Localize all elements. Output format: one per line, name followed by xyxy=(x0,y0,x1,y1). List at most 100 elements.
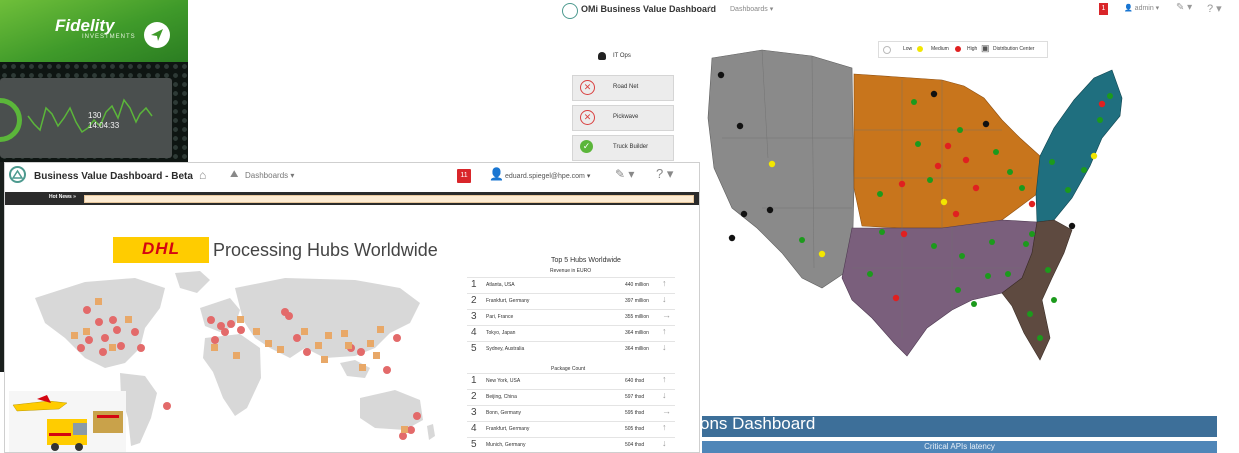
status-card-label: Pickwave xyxy=(613,114,639,120)
user-icon[interactable]: 👤 xyxy=(489,167,504,181)
error-icon: ✕ xyxy=(580,110,595,125)
help-menu[interactable]: ? ▾ xyxy=(1207,2,1222,15)
trend-down-icon: ↓ xyxy=(662,438,667,448)
app-logo-icon[interactable] xyxy=(9,166,26,183)
table-row[interactable]: 2 Beijing, China 597 thsd ↓ xyxy=(467,389,675,404)
omi-logo-icon[interactable] xyxy=(562,3,578,19)
wrench-icon[interactable]: ✎ ▾ xyxy=(1176,2,1192,13)
hub-value: 440 million xyxy=(625,282,649,288)
hub-value: 504 thsd xyxy=(625,442,645,448)
omi-user-menu[interactable]: 👤 admin ▾ xyxy=(1124,4,1159,12)
region-midwest xyxy=(853,73,1041,229)
hot-news-ticker[interactable] xyxy=(84,195,694,203)
trend-up-icon: ↑ xyxy=(662,422,667,432)
table-row[interactable]: 4 Frankfurt, Germany 505 thsd ↑ xyxy=(467,421,675,436)
rank: 4 xyxy=(471,423,477,434)
status-card-truck-builder[interactable]: ✓ Truck Builder xyxy=(572,135,674,161)
table-row[interactable]: 3 Bonn, Germany 595 thsd → xyxy=(467,405,675,420)
hub-name: Bonn, Germany xyxy=(486,410,522,416)
status-card-label: Road Net xyxy=(613,84,639,90)
wrench-icon[interactable]: ✎ ▾ xyxy=(615,167,634,181)
rank: 5 xyxy=(471,439,477,450)
omi-title: OMi Business Value Dashboard xyxy=(581,4,717,14)
region-northeast xyxy=(1035,69,1123,223)
rank: 2 xyxy=(471,295,477,306)
table-row[interactable]: 1 New York, USA 640 thsd ↑ xyxy=(467,373,675,388)
home-icon[interactable]: ⌂ xyxy=(199,168,206,182)
table-row[interactable]: 3 Pari, France 355 million → xyxy=(467,309,675,324)
hub-name: Frankfurt, Germany xyxy=(486,426,530,432)
fidelity-sparkline-panel xyxy=(0,78,172,158)
rank: 3 xyxy=(471,311,477,322)
rank: 1 xyxy=(471,375,477,386)
rank: 4 xyxy=(471,327,477,338)
table-row[interactable]: 4 Tokyo, Japan 364 million ↑ xyxy=(467,325,675,340)
region-west xyxy=(707,49,855,289)
package-subtitle: Package Count xyxy=(551,366,586,372)
table-row[interactable]: 5 Munich, Germany 504 thsd ↓ xyxy=(467,437,675,452)
sparkline-chart xyxy=(27,98,153,134)
hub-value: 640 thsd xyxy=(625,378,645,384)
hub-name: Tokyo, Japan xyxy=(486,330,516,336)
table-row[interactable]: 1 Atlanta, USA 440 million ↑ xyxy=(467,277,675,292)
status-card-road-net[interactable]: ✕ Road Net xyxy=(572,75,674,101)
revenue-subtitle: Revenue in EURO xyxy=(550,268,592,274)
rank: 1 xyxy=(471,279,477,290)
trend-up-icon: ↑ xyxy=(662,326,667,336)
region-south xyxy=(841,219,1038,357)
omi-user-name: admin ▾ xyxy=(1134,5,1160,12)
hub-value: 505 thsd xyxy=(625,426,645,432)
ops-dashboard-title: ons Dashboard xyxy=(700,414,816,433)
fidelity-logo: Fidelity xyxy=(55,16,115,35)
user-menu[interactable]: eduard.spiegel@hpe.com ▾ xyxy=(505,172,590,180)
status-group-label: IT Ops xyxy=(613,53,631,59)
omi-dashboards-menu[interactable]: Dashboards ▾ xyxy=(730,5,773,13)
status-card-pickwave[interactable]: ✕ Pickwave xyxy=(572,105,674,131)
hub-name: Sydney, Australia xyxy=(486,346,525,352)
error-icon: ✕ xyxy=(580,80,595,95)
home-icon[interactable]: ⌂ xyxy=(707,3,713,14)
rank: 2 xyxy=(471,391,477,402)
sparkline-readout: 130 14:04:33 xyxy=(88,111,119,131)
help-menu[interactable]: ? ▾ xyxy=(656,166,673,182)
dashboards-icon[interactable]: ⛰ xyxy=(230,169,238,180)
table-row[interactable]: 5 Sydney, Australia 364 million ↓ xyxy=(467,341,675,356)
check-icon: ✓ xyxy=(580,140,593,153)
trend-up-icon: ↑ xyxy=(662,374,667,384)
status-card-label: Truck Builder xyxy=(613,144,649,150)
notification-badge[interactable]: 11 xyxy=(457,169,471,183)
trend-flat-icon: → xyxy=(662,406,671,416)
hub-name: Beijing, China xyxy=(486,394,517,400)
readout-time: 14:04:33 xyxy=(88,121,120,130)
trend-flat-icon: → xyxy=(662,310,671,320)
hub-value: 595 thsd xyxy=(625,410,645,416)
dhl-vehicles-image xyxy=(9,391,126,452)
trend-down-icon: ↓ xyxy=(662,390,667,400)
hub-name: Frankfurt, Germany xyxy=(486,298,530,304)
top5-title: Top 5 Hubs Worldwide xyxy=(551,257,621,264)
trend-down-icon: ↓ xyxy=(662,342,667,352)
dhl-logo-text: DHL xyxy=(142,239,180,258)
dashboards-menu[interactable]: Dashboards ▾ xyxy=(245,171,294,180)
hub-name: New York, USA xyxy=(486,378,521,384)
ops-subtitle: Critical APIs latency xyxy=(924,442,995,451)
rank: 3 xyxy=(471,407,477,418)
hub-name: Atlanta, USA xyxy=(486,282,515,288)
navigation-arrow-icon[interactable] xyxy=(144,22,170,48)
trend-up-icon: ↑ xyxy=(662,278,667,288)
bell-icon xyxy=(598,52,606,60)
notification-badge[interactable]: 1 xyxy=(1099,3,1108,15)
dashboard-title: Business Value Dashboard - Beta xyxy=(34,171,193,182)
dhl-dashboard-panel: Business Value Dashboard - Beta ⌂ ⛰ Dash… xyxy=(4,162,700,453)
trend-down-icon: ↓ xyxy=(662,294,667,304)
page-heading: Processing Hubs Worldwide xyxy=(213,240,438,260)
hub-value: 355 million xyxy=(625,314,649,320)
table-row[interactable]: 2 Frankfurt, Germany 397 million ↓ xyxy=(467,293,675,308)
hub-value: 364 million xyxy=(625,346,649,352)
hub-value: 597 thsd xyxy=(625,394,645,400)
us-region-map[interactable] xyxy=(702,38,1239,368)
hub-value: 397 million xyxy=(625,298,649,304)
hub-name: Munich, Germany xyxy=(486,442,526,448)
fidelity-panel: Fidelity INVESTMENTS 130 14:04:33 xyxy=(0,0,188,162)
hub-value: 364 million xyxy=(625,330,649,336)
